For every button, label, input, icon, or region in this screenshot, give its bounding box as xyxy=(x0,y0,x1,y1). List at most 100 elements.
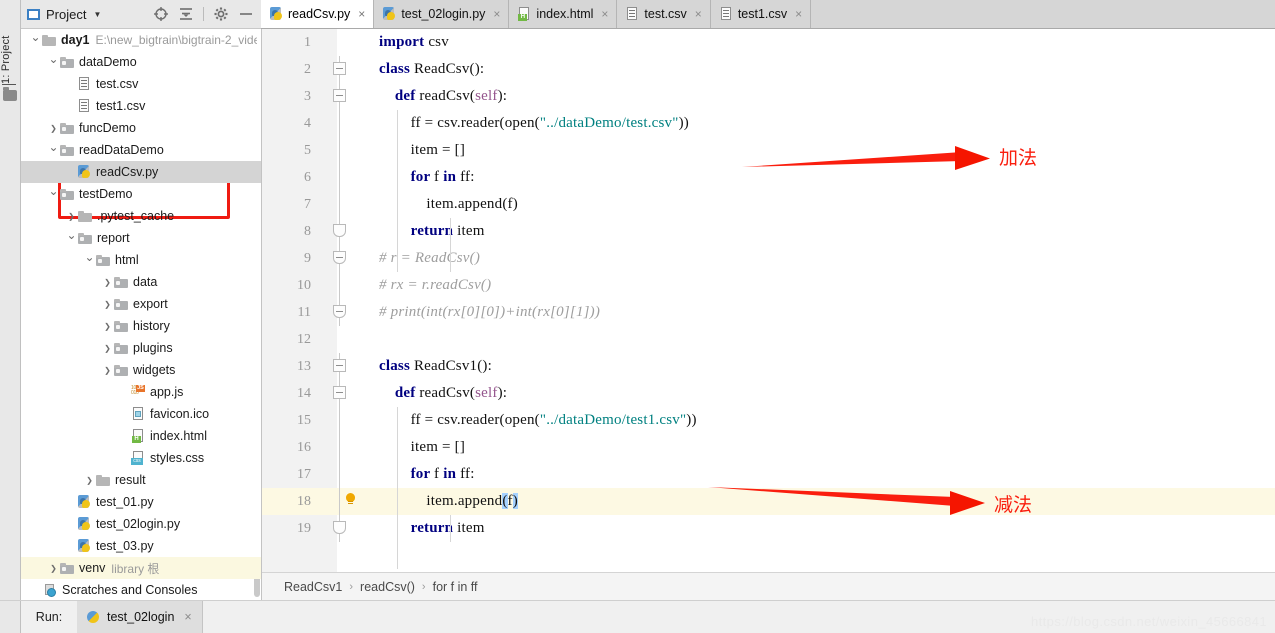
editor-tab-test-02login-py[interactable]: test_02login.py × xyxy=(374,0,510,28)
code-line[interactable]: 5 item = [] xyxy=(262,137,1275,164)
code-line[interactable]: 9 # r = ReadCsv() xyxy=(262,245,1275,272)
fold-cell[interactable] xyxy=(324,272,369,299)
tree-item-report[interactable]: report xyxy=(21,227,261,249)
tree-item-export[interactable]: export xyxy=(21,293,261,315)
fold-cell[interactable] xyxy=(324,29,369,56)
chevron-right-icon[interactable] xyxy=(101,321,114,331)
chevron-down-icon[interactable] xyxy=(47,187,60,201)
project-tree[interactable]: day1 E:\new_bigtrain\bigtrain-2_vide dataD… xyxy=(21,29,262,600)
tree-item-readdatademo[interactable]: readDataDemo xyxy=(21,139,261,161)
code-line[interactable]: 12 xyxy=(262,326,1275,353)
fold-collapse-icon[interactable] xyxy=(333,62,346,75)
fold-cell[interactable] xyxy=(324,245,369,272)
settings-gear-icon[interactable] xyxy=(213,6,229,22)
tree-item-test-01-py[interactable]: test_01.py xyxy=(21,491,261,513)
fold-collapse-icon[interactable] xyxy=(333,386,346,399)
code-line[interactable]: 8 return item xyxy=(262,218,1275,245)
fold-collapse-icon[interactable] xyxy=(333,359,346,372)
tree-item-test-02login-py[interactable]: test_02login.py xyxy=(21,513,261,535)
breadcrumb[interactable]: ReadCsv1 › readCsv() › for f in ff xyxy=(262,572,1275,600)
tree-item-styles-css[interactable]: styles.css xyxy=(21,447,261,469)
fold-cell[interactable] xyxy=(324,191,369,218)
breadcrumb-item[interactable]: readCsv() xyxy=(360,580,415,594)
close-icon[interactable]: × xyxy=(493,7,500,21)
tree-item-test-csv[interactable]: test.csv xyxy=(21,73,261,95)
fold-cell[interactable] xyxy=(324,380,369,407)
code-line[interactable]: 18 item.append(f) xyxy=(262,488,1275,515)
tree-item-history[interactable]: history xyxy=(21,315,261,337)
code-line[interactable]: 6 for f in ff: xyxy=(262,164,1275,191)
chevron-down-icon[interactable] xyxy=(83,253,96,267)
fold-cell[interactable] xyxy=(324,56,369,83)
code-line[interactable]: 7 item.append(f) xyxy=(262,191,1275,218)
chevron-down-icon[interactable]: ▼ xyxy=(93,10,101,19)
fold-cell[interactable] xyxy=(324,326,369,353)
chevron-down-icon[interactable] xyxy=(29,33,42,47)
fold-cell[interactable] xyxy=(324,137,369,164)
code-line[interactable]: 19 return item xyxy=(262,515,1275,542)
minimize-icon[interactable] xyxy=(238,6,254,22)
tree-item-test-03-py[interactable]: test_03.py xyxy=(21,535,261,557)
tree-item-scratches-and-consoles[interactable]: Scratches and Consoles xyxy=(21,579,261,600)
code-line[interactable]: 13 class ReadCsv1(): xyxy=(262,353,1275,380)
locate-target-icon[interactable] xyxy=(153,6,169,22)
fold-cell[interactable] xyxy=(324,407,369,434)
fold-cell[interactable] xyxy=(324,353,369,380)
tree-item-venv[interactable]: venv library 根 xyxy=(21,557,261,579)
chevron-down-icon[interactable] xyxy=(65,231,78,245)
tree-item-favicon-ico[interactable]: favicon.ico xyxy=(21,403,261,425)
fold-cell[interactable] xyxy=(324,299,369,326)
fold-cell[interactable] xyxy=(324,218,369,245)
fold-cell[interactable] xyxy=(324,434,369,461)
tree-item-testdemo[interactable]: testDemo xyxy=(21,183,261,205)
chevron-down-icon[interactable] xyxy=(47,55,60,69)
code-editor[interactable]: 1 import csv 2 class ReadCsv(): 3 def readCs… xyxy=(262,29,1275,572)
tree-item-plugins[interactable]: plugins xyxy=(21,337,261,359)
code-line[interactable]: 1 import csv xyxy=(262,29,1275,56)
breadcrumb-item[interactable]: for f in ff xyxy=(433,580,478,594)
code-line[interactable]: 10 # rx = r.readCsv() xyxy=(262,272,1275,299)
fold-region-end-icon[interactable] xyxy=(333,521,346,534)
close-icon[interactable]: × xyxy=(184,610,191,624)
code-line[interactable]: 17 for f in ff: xyxy=(262,461,1275,488)
chevron-right-icon[interactable] xyxy=(101,299,114,309)
code-line[interactable]: 15 ff = csv.reader(open("../dataDemo/tes… xyxy=(262,407,1275,434)
tree-item--pytest-cache[interactable]: .pytest_cache xyxy=(21,205,261,227)
chevron-right-icon[interactable] xyxy=(101,277,114,287)
tree-item-index-html[interactable]: index.html xyxy=(21,425,261,447)
fold-cell[interactable] xyxy=(324,515,369,542)
breadcrumb-item[interactable]: ReadCsv1 xyxy=(284,580,342,594)
fold-cell[interactable] xyxy=(324,461,369,488)
tree-item-day1[interactable]: day1 E:\new_bigtrain\bigtrain-2_vide xyxy=(21,29,261,51)
tree-item-widgets[interactable]: widgets xyxy=(21,359,261,381)
close-icon[interactable]: × xyxy=(695,7,702,21)
code-line[interactable]: 4 ff = csv.reader(open("../dataDemo/test… xyxy=(262,110,1275,137)
tree-item-test1-csv[interactable]: test1.csv xyxy=(21,95,261,117)
tree-item-app-js[interactable]: 010 app.js xyxy=(21,381,261,403)
fold-cell[interactable] xyxy=(324,164,369,191)
fold-region-end-icon[interactable] xyxy=(333,305,346,318)
toolwindow-tab-project[interactable]: 1: Project xyxy=(0,4,20,86)
close-icon[interactable]: × xyxy=(795,7,802,21)
close-icon[interactable]: × xyxy=(358,7,365,21)
tree-item-data[interactable]: data xyxy=(21,271,261,293)
code-line[interactable]: 3 def readCsv(self): xyxy=(262,83,1275,110)
tree-item-result[interactable]: result xyxy=(21,469,261,491)
fold-collapse-icon[interactable] xyxy=(333,89,346,102)
intention-bulb-icon[interactable] xyxy=(346,493,355,503)
fold-cell[interactable] xyxy=(324,110,369,137)
tree-item-datademo[interactable]: dataDemo xyxy=(21,51,261,73)
close-icon[interactable]: × xyxy=(601,7,608,21)
fold-region-end-icon[interactable] xyxy=(333,251,346,264)
tree-item-html[interactable]: html xyxy=(21,249,261,271)
collapse-all-icon[interactable] xyxy=(178,6,194,22)
fold-cell[interactable] xyxy=(324,488,369,515)
chevron-right-icon[interactable] xyxy=(47,123,60,133)
editor-tab-readcsv-py[interactable]: readCsv.py × xyxy=(261,0,375,28)
code-line[interactable]: 14 def readCsv(self): xyxy=(262,380,1275,407)
fold-cell[interactable] xyxy=(324,83,369,110)
editor-tab-test1-csv[interactable]: test1.csv × xyxy=(710,0,812,28)
chevron-right-icon[interactable] xyxy=(83,475,96,485)
chevron-right-icon[interactable] xyxy=(101,343,114,353)
code-line[interactable]: 16 item = [] xyxy=(262,434,1275,461)
